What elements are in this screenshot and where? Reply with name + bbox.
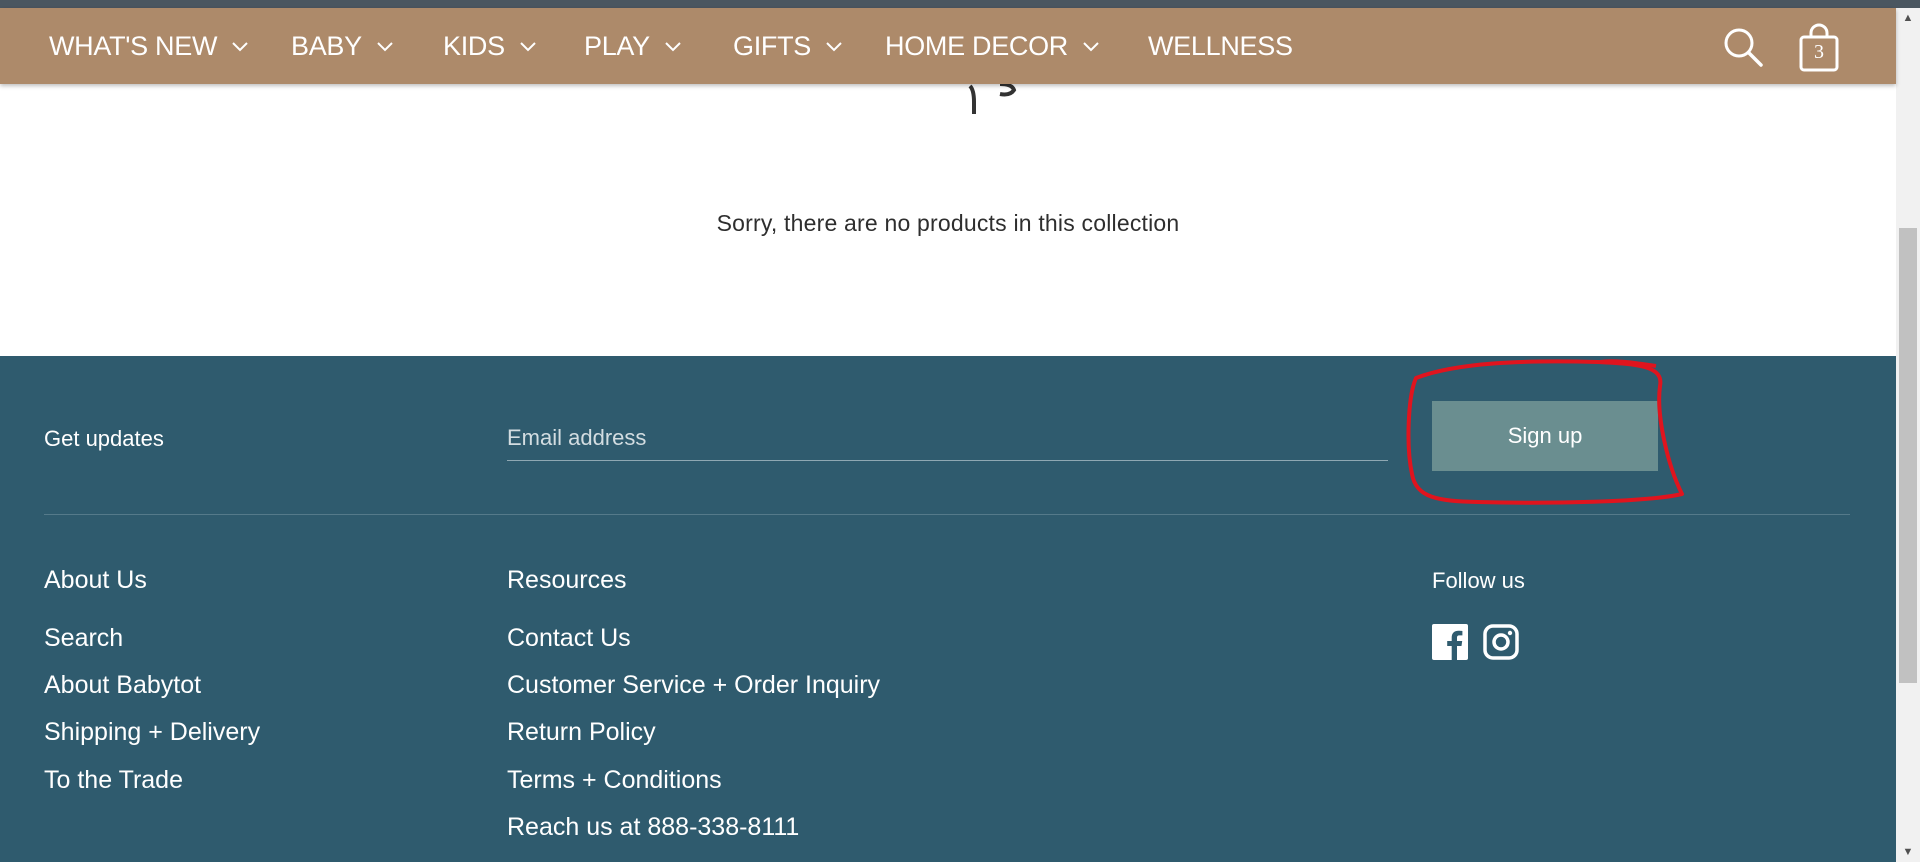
resources-heading: Resources (507, 566, 627, 594)
scroll-down-arrow-icon[interactable]: ▼ (1896, 842, 1920, 862)
newsletter-label: Get updates (44, 426, 164, 451)
chevron-down-icon (826, 42, 842, 52)
site-footer: Get updates Sign up About Us Search Abou… (0, 356, 1896, 862)
footer-link-about-babytot[interactable]: About Babytot (44, 671, 201, 700)
main-nav: WHAT'S NEW BABY KIDS PLAY GIFTS HOME DEC… (0, 8, 1896, 84)
facebook-icon[interactable] (1432, 624, 1468, 660)
title-descender-fragment (968, 82, 1017, 114)
nav-item-gifts[interactable]: GIFTS (733, 8, 843, 84)
empty-collection-message: Sorry, there are no products in this col… (716, 210, 1180, 236)
window-top-strip (0, 0, 1920, 8)
footer-link-contact-us[interactable]: Contact Us (507, 624, 631, 653)
nav-item-home-decor[interactable]: HOME DECOR (885, 8, 1100, 84)
footer-link-return-policy[interactable]: Return Policy (507, 718, 656, 747)
chevron-down-icon (377, 42, 393, 52)
footer-link-shipping-delivery[interactable]: Shipping + Delivery (44, 718, 260, 747)
nav-item-label: GIFTS (733, 30, 811, 61)
nav-item-play[interactable]: PLAY (584, 8, 682, 84)
nav-item-kids[interactable]: KIDS (443, 8, 537, 84)
instagram-icon[interactable] (1483, 624, 1519, 660)
footer-link-customer-service[interactable]: Customer Service + Order Inquiry (507, 671, 880, 700)
signup-button[interactable]: Sign up (1432, 401, 1658, 471)
chevron-down-icon (1083, 42, 1099, 52)
nav-item-label: HOME DECOR (885, 30, 1069, 61)
footer-link-to-the-trade[interactable]: To the Trade (44, 766, 183, 795)
chevron-down-icon (665, 42, 681, 52)
chevron-down-icon (232, 42, 248, 52)
about-heading: About Us (44, 566, 147, 594)
cart-count-badge: 3 (1814, 41, 1824, 63)
chevron-down-icon (520, 42, 536, 52)
page-scrollbar[interactable]: ▲ ▼ (1896, 8, 1920, 862)
nav-item-label: BABY (291, 30, 362, 61)
nav-item-baby[interactable]: BABY (291, 8, 394, 84)
footer-link-search[interactable]: Search (44, 624, 123, 653)
nav-item-label: KIDS (443, 30, 505, 61)
scroll-up-arrow-icon[interactable]: ▲ (1896, 8, 1920, 28)
nav-item-wellness[interactable]: WELLNESS (1148, 8, 1293, 84)
scrollbar-thumb[interactable] (1899, 228, 1917, 683)
footer-link-terms-conditions[interactable]: Terms + Conditions (507, 766, 722, 795)
nav-item-label: WELLNESS (1148, 30, 1293, 61)
nav-item-whats-new[interactable]: WHAT'S NEW (49, 8, 249, 84)
nav-item-label: WHAT'S NEW (49, 30, 218, 61)
email-field[interactable] (507, 416, 1388, 461)
footer-divider (44, 514, 1850, 515)
nav-item-label: PLAY (584, 30, 650, 61)
follow-us-heading: Follow us (1432, 568, 1525, 593)
cart-button[interactable]: 3 (1798, 23, 1840, 73)
footer-link-phone[interactable]: Reach us at 888-338-8111 (507, 813, 799, 842)
search-icon[interactable] (1722, 26, 1764, 68)
